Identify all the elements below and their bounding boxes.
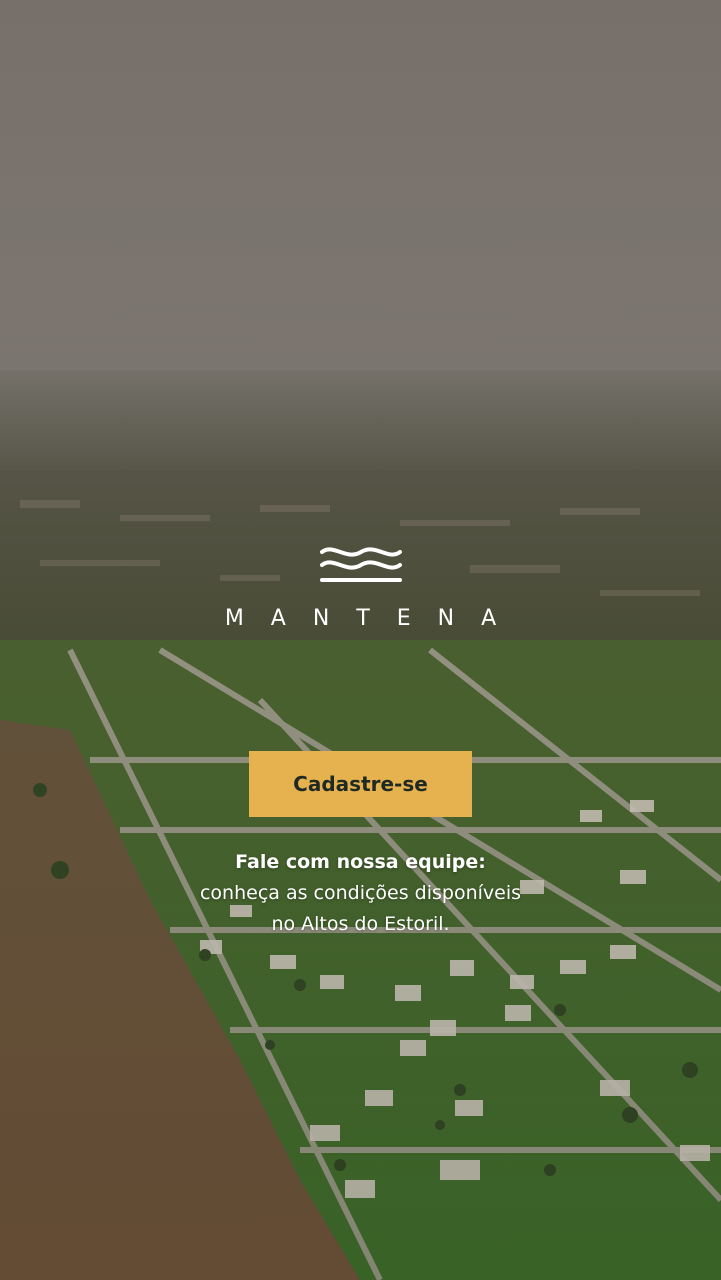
aerial-landscape-background [0, 0, 721, 1280]
message-headline: Fale com nossa equipe: [235, 851, 486, 873]
brand-name: MANTENA [224, 606, 524, 631]
message-line-1: conheça as condições disponíveis [199, 882, 522, 904]
splash-screen: MANTENA Cadastre-se Fale com nossa equip… [0, 0, 721, 1280]
waves-logo-icon [320, 547, 402, 582]
message-line-2: no Altos do Estoril. [271, 913, 450, 935]
register-button[interactable]: Cadastre-se [249, 751, 472, 817]
contact-message: Fale com nossa equipe: conheça as condiç… [0, 847, 721, 940]
